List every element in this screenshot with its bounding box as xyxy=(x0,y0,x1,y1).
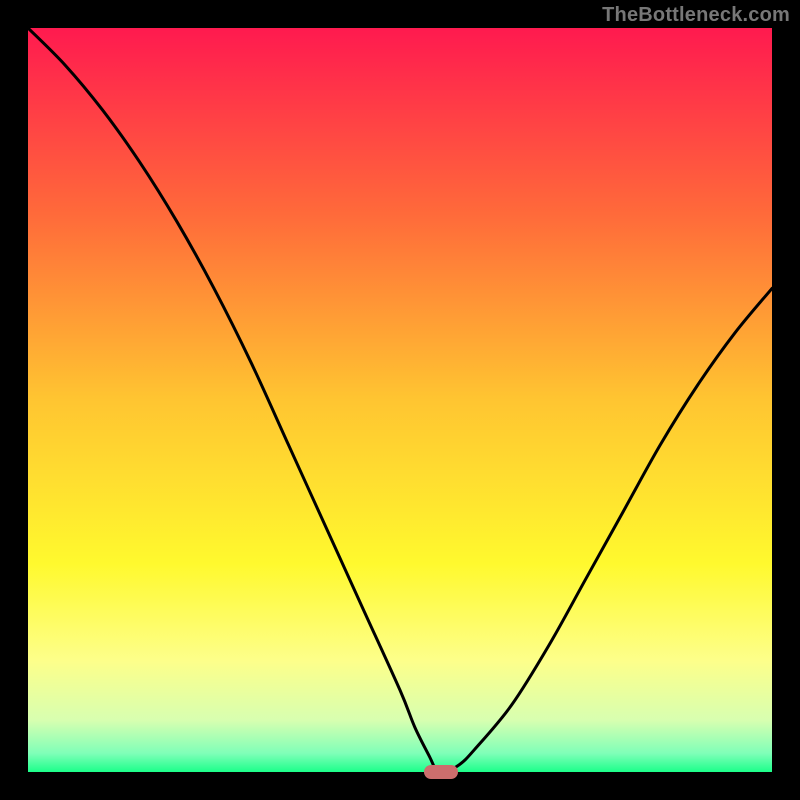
chart-svg xyxy=(28,28,772,772)
chart-container: TheBottleneck.com xyxy=(0,0,800,800)
heat-background xyxy=(28,28,772,772)
watermark-text: TheBottleneck.com xyxy=(602,4,790,27)
optimal-marker xyxy=(424,765,457,779)
plot-area xyxy=(28,28,772,772)
